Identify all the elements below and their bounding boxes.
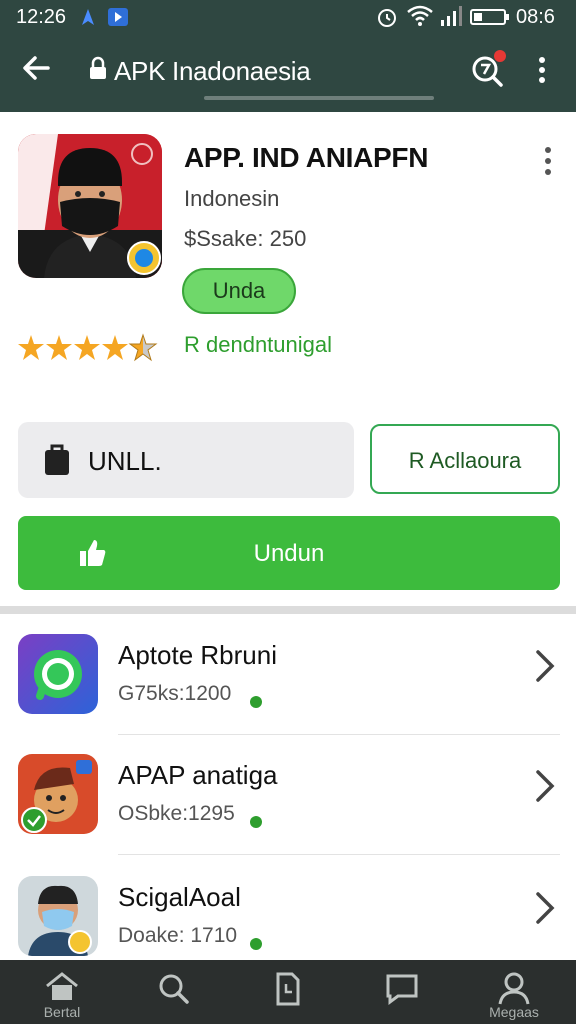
app-thumbnail [18,876,98,956]
lock-icon [90,56,106,79]
star-icon [46,335,72,360]
star-half-icon [128,333,158,362]
person-icon [498,972,530,1005]
alarm-icon [378,9,396,27]
list-item-meta: OSbke:1295 [118,802,235,825]
app-thumbnail [18,634,98,714]
app-developer[interactable]: Indonesin [184,186,279,212]
app-size: $Ssake: 250 [184,226,307,251]
search-icon [159,974,189,1004]
star-icon [74,335,100,360]
star-icon [102,335,128,360]
list-divider [118,734,560,735]
list-item[interactable]: Aptote Rbruni G75ks:1200 [0,634,576,754]
status-dot [250,816,262,828]
chat-icon [386,974,418,1005]
nav-document[interactable] [240,960,336,1024]
app-thumbnail [18,754,98,834]
outline-action-label: R Acllaoura [408,448,522,473]
page-title: APK Inadonaesia [114,56,311,86]
rating-text[interactable]: R dendntunigal [184,332,332,358]
chevron-right-icon [536,650,555,682]
notification-badge [494,50,506,62]
list-item-title: APAP anatiga [118,760,278,790]
list-divider [118,854,560,855]
nav-profile-label: Megaas [489,1004,539,1020]
list-item-title: ScigalAoal [118,882,241,912]
bottom-navigation: Bertal Megaas [0,960,576,1024]
download-button[interactable]: Undun [18,516,560,590]
battery-icon [470,9,509,25]
list-item-meta: G75ks:1200 [118,682,232,705]
status-time: 12:26 [16,6,67,28]
back-arrow-icon[interactable] [18,50,54,86]
list-item-title: Aptote Rbruni [118,640,277,670]
outline-action-button[interactable]: R Acllaoura [370,424,560,494]
status-clock-right: 08:6 [516,6,555,28]
app-icon [18,134,162,278]
list-item-meta: Doake: 1710 [118,924,238,947]
nav-profile[interactable]: Megaas [466,960,562,1024]
secondary-action-button[interactable]: UNLL. [18,422,354,498]
app-more-icon[interactable] [536,144,560,178]
chevron-right-icon [536,892,555,924]
nav-search[interactable] [126,960,222,1024]
signal-icon [441,6,462,26]
nav-home[interactable]: Bertal [14,960,110,1024]
app-title: APP. IND ANIAPFN [184,142,429,173]
document-icon [276,972,300,1006]
star-icon [18,335,44,360]
category-pill[interactable]: Unda [182,268,296,314]
play-store-icon [108,8,128,26]
package-icon [45,444,69,475]
navigation-icon [82,9,94,25]
url-progress-bar [204,96,434,100]
section-divider [0,606,576,614]
status-bar: 12:26 08:6 [0,0,576,36]
app-bar: 12:26 08:6 APK Inadonaesia [0,0,576,112]
secondary-action-label: UNLL. [88,446,162,476]
rating-stars [18,333,158,362]
more-vert-icon[interactable] [530,52,554,88]
wifi-icon [407,5,433,26]
chevron-right-icon [536,770,555,802]
download-label: Undun [253,540,325,567]
list-item[interactable]: APAP anatiga OSbke:1295 [0,754,576,874]
nav-home-label: Bertal [43,1004,81,1020]
status-dot [250,938,262,950]
status-dot [250,696,262,708]
nav-chat[interactable] [354,960,450,1024]
home-icon [46,972,78,1000]
